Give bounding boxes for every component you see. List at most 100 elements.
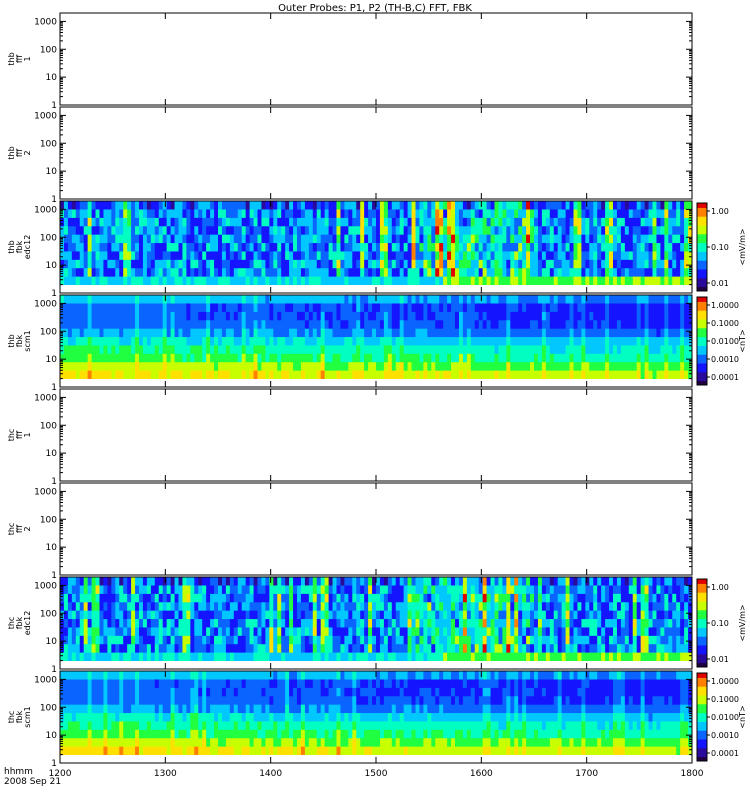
colorbar-tick-label: 0.0100 <box>711 713 739 722</box>
colorbar-tick-label: 0.0001 <box>711 749 739 758</box>
y-tick-label: 10 <box>46 637 58 647</box>
panel: 1 10 100 1000 thc fbk scm1 1.0000 0.1000 0.0100 0.… <box>7 670 747 769</box>
x-tick-label: 1700 <box>575 769 598 779</box>
colorbar-title: <nT> <box>738 705 747 728</box>
x-axis: 1200 1300 1400 1500 1600 1700 1800 <box>49 769 704 779</box>
colorbar-tick-label: 1.0000 <box>711 301 739 310</box>
colorbar-title: <mV/m> <box>738 228 747 265</box>
colorbar: 1.0000 0.1000 0.0100 0.0010 0.0001 <nT> <box>696 296 747 386</box>
x-tick-label: 1400 <box>259 769 282 779</box>
colorbar-tick-label: 0.1000 <box>711 319 739 328</box>
y-tick-label: 1000 <box>34 487 57 497</box>
colorbar-tick-label: 1.00 <box>711 207 729 216</box>
y-tick-label: 100 <box>40 233 57 243</box>
colorbar-title: <nT> <box>738 329 747 352</box>
colorbar-tick-label: 1.0000 <box>711 677 739 686</box>
panel-frame <box>59 106 693 200</box>
y-tick-label: 100 <box>40 515 57 525</box>
y-tick-label: 10 <box>46 261 58 271</box>
colorbar-tick-label: 0.0100 <box>711 337 739 346</box>
y-tick-label: 10 <box>46 543 58 553</box>
spectrogram-image <box>60 671 693 756</box>
spectrogram-image <box>60 577 693 662</box>
panel: 1 10 100 1000 thb fff 2 <box>7 106 693 205</box>
plot-title: Outer Probes: P1, P2 (TH-B,C) FFT, FBK <box>278 3 472 14</box>
panel-label-line: 2 <box>23 526 32 531</box>
y-tick-label: 100 <box>40 421 57 431</box>
panel-label-line: edc12 <box>23 611 32 636</box>
x-tick-label: 1800 <box>681 769 704 779</box>
y-tick-label: 1000 <box>34 17 57 27</box>
y-tick-label: 100 <box>40 609 57 619</box>
colorbar-tick-label: 0.0010 <box>711 731 739 740</box>
panel: 1 10 100 1000 thb fbk edc12 1.00 0.10 0.01 <mV/m> <box>7 200 747 299</box>
spectrogram-image <box>60 201 693 286</box>
panel: 1 10 100 1000 thc fbk edc12 1.00 0.10 0.01 <mV/m> <box>7 576 747 675</box>
panel-label-line: 1 <box>23 56 32 61</box>
y-tick-label: 1 <box>51 195 57 205</box>
colorbar-title: <mV/m> <box>738 604 747 641</box>
colorbar-tick-label: 0.0001 <box>711 373 739 382</box>
panel-label: thc fbk edc12 <box>7 611 32 636</box>
y-tick-label: 1 <box>51 477 57 487</box>
panel-label: thc fbk scm1 <box>7 706 32 727</box>
x-tick-label: 1500 <box>365 769 388 779</box>
colorbar-tick-label: 0.01 <box>711 279 729 288</box>
panel: 1 10 100 1000 thb fbk scm1 1.0000 0.1000 0.0100 0.… <box>7 294 747 393</box>
panel-label: thc fff 1 <box>7 429 32 442</box>
panel-frame <box>59 388 693 482</box>
panels: 1101001000thb fff 11101001000thb fff 2110100… <box>7 12 747 769</box>
y-tick-label: 100 <box>40 327 57 337</box>
panel-label-line: 2 <box>23 150 32 155</box>
panel-label: thb fbk edc12 <box>7 235 32 260</box>
y-tick-label: 1000 <box>34 675 57 685</box>
y-tick-label: 10 <box>46 355 58 365</box>
y-tick-label: 1000 <box>34 205 57 215</box>
y-tick-label: 10 <box>46 449 58 459</box>
panel-label-line: edc12 <box>23 235 32 260</box>
y-tick-label: 1 <box>51 665 57 675</box>
colorbar-tick-label: 0.10 <box>711 619 729 628</box>
x-tick-label: 1600 <box>470 769 493 779</box>
colorbar-tick-label: 0.0010 <box>711 355 739 364</box>
colorbar-tick-label: 0.1000 <box>711 695 739 704</box>
colorbar-tick-label: 0.01 <box>711 655 729 664</box>
y-tick-label: 1000 <box>34 299 57 309</box>
y-tick-label: 1 <box>51 101 57 111</box>
panel-label: thc fff 2 <box>7 523 32 536</box>
y-tick-label: 1 <box>51 571 57 581</box>
spectrogram-figure: Outer Probes: P1, P2 (TH-B,C) FFT, FBK 1… <box>4 3 747 787</box>
colorbar: 1.00 0.10 0.01 <mV/m> <box>696 202 747 292</box>
y-tick-label: 10 <box>46 73 58 83</box>
panel-label-line: scm1 <box>23 706 32 727</box>
spectrogram-image <box>60 295 693 380</box>
panel-frame <box>59 482 693 576</box>
y-tick-label: 100 <box>40 703 57 713</box>
colorbar-tick-label: 0.10 <box>711 243 729 252</box>
x-axis-label-date: 2008 Sep 21 <box>4 777 61 787</box>
panel-label: thb fbk scm1 <box>7 330 32 351</box>
y-tick-label: 10 <box>46 731 58 741</box>
y-tick-label: 100 <box>40 45 57 55</box>
panel: 1 10 100 1000 thc fff 1 <box>7 388 693 487</box>
x-tick-label: 1300 <box>154 769 177 779</box>
y-tick-label: 1000 <box>34 581 57 591</box>
y-tick-label: 1 <box>51 759 57 769</box>
colorbar: 1.00 0.10 0.01 <mV/m> <box>696 578 747 668</box>
panel-frame <box>59 12 693 106</box>
panel-label: thb fff 1 <box>7 52 32 65</box>
y-tick-label: 1 <box>51 289 57 299</box>
colorbar: 1.0000 0.1000 0.0100 0.0010 0.0001 <nT> <box>696 672 747 762</box>
panel: 1 10 100 1000 thc fff 2 <box>7 482 693 581</box>
y-tick-label: 100 <box>40 139 57 149</box>
panel-label-line: scm1 <box>23 330 32 351</box>
y-tick-label: 1000 <box>34 111 57 121</box>
panel: 1 10 100 1000 thb fff 1 <box>7 12 693 111</box>
colorbar-tick-label: 1.00 <box>711 583 729 592</box>
panel-label-line: 1 <box>23 432 32 437</box>
panel-label: thb fff 2 <box>7 146 32 159</box>
y-tick-label: 10 <box>46 167 58 177</box>
y-tick-label: 1000 <box>34 393 57 403</box>
y-tick-label: 1 <box>51 383 57 393</box>
x-axis-label-hhmm: hhmm <box>4 767 33 777</box>
